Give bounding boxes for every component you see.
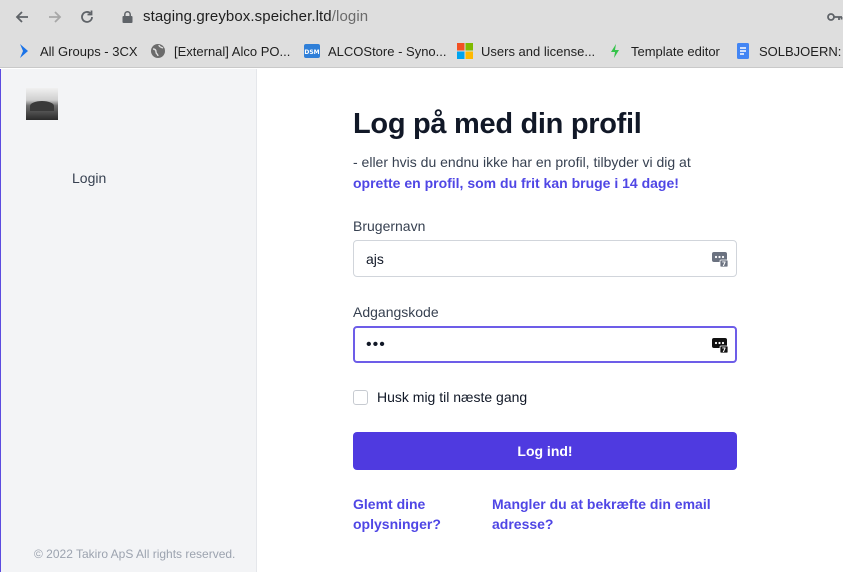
- confirm-email-link[interactable]: Mangler du at bekræfte din email adresse…: [492, 494, 711, 534]
- forgot-details-link[interactable]: Glemt dine oplysninger?: [353, 494, 441, 534]
- address-bar[interactable]: staging.greybox.speicher.ltd/login: [112, 4, 843, 30]
- bookmark-item[interactable]: Users and license...: [457, 41, 595, 61]
- globe-icon: [150, 43, 166, 59]
- bookmark-label: Users and license...: [481, 43, 596, 59]
- bookmark-item[interactable]: Template editor: [607, 41, 720, 61]
- password-manager-icon[interactable]: 7: [712, 337, 728, 353]
- subtitle-text: - eller hvis du endnu ikke har en profil…: [353, 154, 691, 170]
- confirm-link-line1: Mangler du at bekræfte din email: [492, 496, 711, 512]
- password-label: Adgangskode: [353, 304, 439, 320]
- bookmark-label: SOLBJOERN: u: [759, 43, 843, 59]
- url-path: /login: [331, 8, 369, 25]
- lock-icon: [122, 11, 133, 23]
- password-value: •••: [366, 336, 386, 353]
- dsm-icon: DSM: [304, 43, 320, 59]
- bookmarks-bar: All Groups - 3CX [External] Alco PO... D…: [0, 34, 843, 68]
- sendgrid-icon: [607, 43, 623, 59]
- svg-text:7: 7: [722, 261, 726, 267]
- forgot-link-line1: Glemt dine: [353, 496, 426, 512]
- reload-button[interactable]: [77, 7, 97, 27]
- username-label: Brugernavn: [353, 218, 426, 234]
- login-button[interactable]: Log ind!: [353, 432, 737, 470]
- sidebar: Login © 2022 Takiro ApS All rights reser…: [0, 69, 257, 572]
- svg-text:DSM: DSM: [304, 49, 319, 56]
- company-logo[interactable]: [26, 88, 58, 120]
- copyright-text: © 2022 Takiro ApS All rights reserved.: [34, 547, 236, 561]
- arrow-left-icon: [15, 11, 28, 23]
- password-field[interactable]: ••• 7: [353, 326, 737, 363]
- url-host: staging.greybox.speicher.ltd: [143, 8, 332, 25]
- password-manager-icon[interactable]: 7: [712, 251, 728, 267]
- back-button[interactable]: [12, 7, 32, 27]
- key-icon[interactable]: [827, 10, 843, 24]
- docs-icon: [735, 43, 751, 59]
- sidebar-item-login[interactable]: Login: [72, 170, 106, 186]
- remember-me-checkbox[interactable]: [353, 389, 368, 405]
- bookmark-label: [External] Alco PO...: [174, 43, 291, 59]
- arrow-right-icon: [49, 11, 62, 23]
- bookmark-item[interactable]: [External] Alco PO...: [150, 41, 290, 61]
- url-text: staging.greybox.speicher.ltd/login: [143, 8, 368, 25]
- svg-text:7: 7: [722, 347, 726, 353]
- remember-me-label[interactable]: Husk mig til næste gang: [377, 389, 527, 405]
- bookmark-item[interactable]: DSM ALCOStore - Syno...: [304, 41, 447, 61]
- signup-link[interactable]: oprette en profil, som du frit kan bruge…: [353, 175, 679, 191]
- bookmark-label: ALCOStore - Syno...: [328, 43, 447, 59]
- username-field[interactable]: ajs 7: [353, 240, 737, 277]
- reload-icon: [81, 10, 93, 23]
- forgot-link-line2: oplysninger?: [353, 516, 441, 532]
- bookmark-item[interactable]: SOLBJOERN: u: [735, 41, 843, 61]
- login-panel: Log på med din profil - eller hvis du en…: [258, 69, 843, 572]
- bookmark-item[interactable]: All Groups - 3CX: [16, 41, 138, 61]
- forward-button[interactable]: [45, 7, 65, 27]
- username-value: ajs: [366, 251, 384, 267]
- bookmark-label: All Groups - 3CX: [40, 43, 138, 59]
- browser-toolbar: staging.greybox.speicher.ltd/login: [0, 0, 843, 34]
- 3cx-chevron-icon: [16, 43, 32, 59]
- bookmark-label: Template editor: [631, 43, 720, 59]
- microsoft-icon: [457, 43, 473, 59]
- remember-me-row: Husk mig til næste gang: [353, 389, 527, 405]
- confirm-link-line2: adresse?: [492, 516, 554, 532]
- page-title: Log på med din profil: [353, 108, 642, 140]
